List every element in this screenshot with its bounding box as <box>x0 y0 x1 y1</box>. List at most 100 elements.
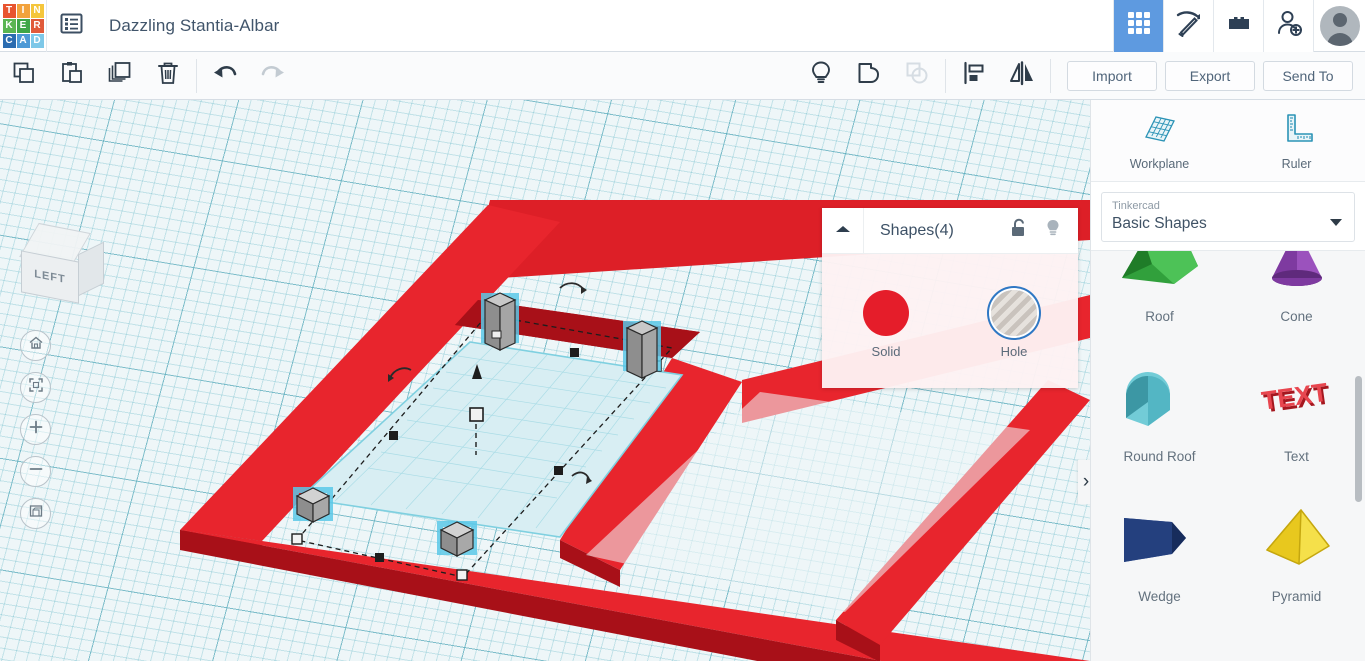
home-icon <box>28 335 44 356</box>
ruler-icon <box>1279 111 1315 152</box>
toolbar-separator <box>196 58 197 93</box>
tinkercad-app: TINKERCAD Dazzling Stantia-Albar Import … <box>0 0 1365 661</box>
import-button[interactable]: Import <box>1067 60 1157 91</box>
zoom-out-button[interactable] <box>20 456 51 487</box>
fit-view-icon <box>28 377 44 398</box>
project-menu-button[interactable] <box>47 0 95 52</box>
logo-tile-i: I <box>16 3 30 18</box>
mirror-button[interactable] <box>998 52 1046 100</box>
shape-grid: Roof Cone Round Roof TEXT TEXT Text Wedg… <box>1091 251 1365 623</box>
list-menu-icon <box>60 12 83 40</box>
paste-button[interactable] <box>48 52 96 100</box>
hole-shape-4[interactable] <box>437 521 477 557</box>
copy-icon <box>11 60 37 91</box>
document-title: Dazzling Stantia-Albar <box>109 15 280 35</box>
minus-icon <box>28 461 44 482</box>
hole-shape-1[interactable] <box>481 292 519 351</box>
shape-cone[interactable]: Cone <box>1228 251 1365 343</box>
sidebar-tools: Workplane Ruler <box>1091 100 1365 182</box>
app-header: TINKERCAD Dazzling Stantia-Albar <box>0 0 1365 52</box>
mirror-icon <box>1007 59 1037 92</box>
export-button[interactable]: Export <box>1165 60 1255 91</box>
logo-tile-r: R <box>30 18 44 33</box>
solid-option[interactable]: Solid <box>863 289 909 359</box>
hole-label: Hole <box>1000 343 1028 359</box>
shape-wedge-label: Wedge <box>1138 589 1181 604</box>
main-toolbar: Import Export Send To <box>0 52 1365 100</box>
sidebar-collapse-tab[interactable]: › <box>1078 460 1090 504</box>
cone-shape-icon <box>1251 251 1343 301</box>
design-canvas[interactable]: LEFT Shapes(4) Solid Hole › <box>0 100 1090 661</box>
chevron-right-icon: › <box>1082 471 1090 492</box>
history-tools-group <box>201 52 297 100</box>
copy-button[interactable] <box>0 52 48 100</box>
shapes-scrollbar-thumb[interactable] <box>1355 376 1362 502</box>
align-icon <box>960 59 988 92</box>
invite-button[interactable] <box>1263 0 1313 52</box>
view-cube-right-face[interactable] <box>78 241 104 297</box>
ortho-perspective-button[interactable] <box>20 498 51 529</box>
redo-icon <box>259 59 287 92</box>
shapes-panel-title: Shapes(4) <box>880 221 954 239</box>
ungroup-button[interactable] <box>893 52 941 100</box>
perspective-box-icon <box>28 503 44 524</box>
group-button[interactable] <box>845 52 893 100</box>
hole-shape-2[interactable] <box>623 320 661 379</box>
unlock-icon <box>1010 218 1028 243</box>
ruler-tool[interactable]: Ruler <box>1228 100 1365 181</box>
logo-tile-c: C <box>2 33 16 48</box>
library-dropdown-wrap: Tinkercad Basic Shapes <box>1091 182 1365 250</box>
blocks-grid-icon <box>1125 9 1153 42</box>
logo-tile-d: D <box>30 33 44 48</box>
shape-text[interactable]: TEXT TEXT Text <box>1228 343 1365 483</box>
delete-button[interactable] <box>144 52 192 100</box>
workplane-tool[interactable]: Workplane <box>1091 100 1228 181</box>
paste-icon <box>59 60 85 91</box>
align-button[interactable] <box>950 52 998 100</box>
hint-button[interactable] <box>797 52 845 100</box>
wedge-shape-icon <box>1114 502 1206 581</box>
shape-roof[interactable]: Roof <box>1091 251 1228 343</box>
shape-library-dropdown[interactable]: Tinkercad Basic Shapes <box>1101 192 1355 242</box>
bricks-button[interactable] <box>1213 0 1263 52</box>
trash-icon <box>155 60 181 91</box>
home-view-button[interactable] <box>20 330 51 361</box>
logo-tile-a: A <box>16 33 30 48</box>
shapes-panel-collapse-button[interactable] <box>822 207 864 254</box>
lightbulb-icon <box>807 59 835 92</box>
brick-icon <box>1225 9 1253 42</box>
tinkercad-logo[interactable]: TINKERCAD <box>0 0 46 52</box>
toolbar-separator-3 <box>1050 58 1051 93</box>
shapes-lock-button[interactable] <box>1002 208 1036 254</box>
send-to-button[interactable]: Send To <box>1263 60 1353 91</box>
text-shape-icon: TEXT TEXT <box>1251 362 1343 441</box>
canvas-nav-buttons <box>20 330 51 540</box>
shape-wedge[interactable]: Wedge <box>1091 483 1228 623</box>
fit-to-view-button[interactable] <box>20 372 51 403</box>
undo-icon <box>211 59 239 92</box>
zoom-in-button[interactable] <box>20 414 51 445</box>
add-user-icon <box>1275 9 1303 42</box>
duplicate-button[interactable] <box>96 52 144 100</box>
chevron-down-icon <box>1330 219 1342 226</box>
shape-pyramid[interactable]: Pyramid <box>1228 483 1365 623</box>
view-orientation-cube[interactable]: LEFT <box>18 222 108 308</box>
shape-round-roof[interactable]: Round Roof <box>1091 343 1228 483</box>
solid-swatch <box>863 289 909 336</box>
account-avatar-button[interactable] <box>1313 0 1365 52</box>
shapes-light-button[interactable] <box>1036 208 1070 254</box>
shape-cone-label: Cone <box>1280 309 1313 324</box>
solid-label: Solid <box>871 343 901 359</box>
redo-button[interactable] <box>249 52 297 100</box>
logo-tile-n: N <box>30 3 44 18</box>
codeblocks-button[interactable] <box>1163 0 1213 52</box>
shape-tools-group <box>797 52 1046 100</box>
undo-button[interactable] <box>201 52 249 100</box>
workplane-label: Workplane <box>1129 156 1190 171</box>
hole-option[interactable]: Hole <box>991 289 1037 359</box>
logo-tile-k: K <box>2 18 16 33</box>
logo-tile-e: E <box>16 18 30 33</box>
shapes-library-list[interactable]: Roof Cone Round Roof TEXT TEXT Text Wedg… <box>1091 250 1365 661</box>
blocks-view-button[interactable] <box>1113 0 1163 52</box>
shape-pyramid-label: Pyramid <box>1271 589 1322 604</box>
